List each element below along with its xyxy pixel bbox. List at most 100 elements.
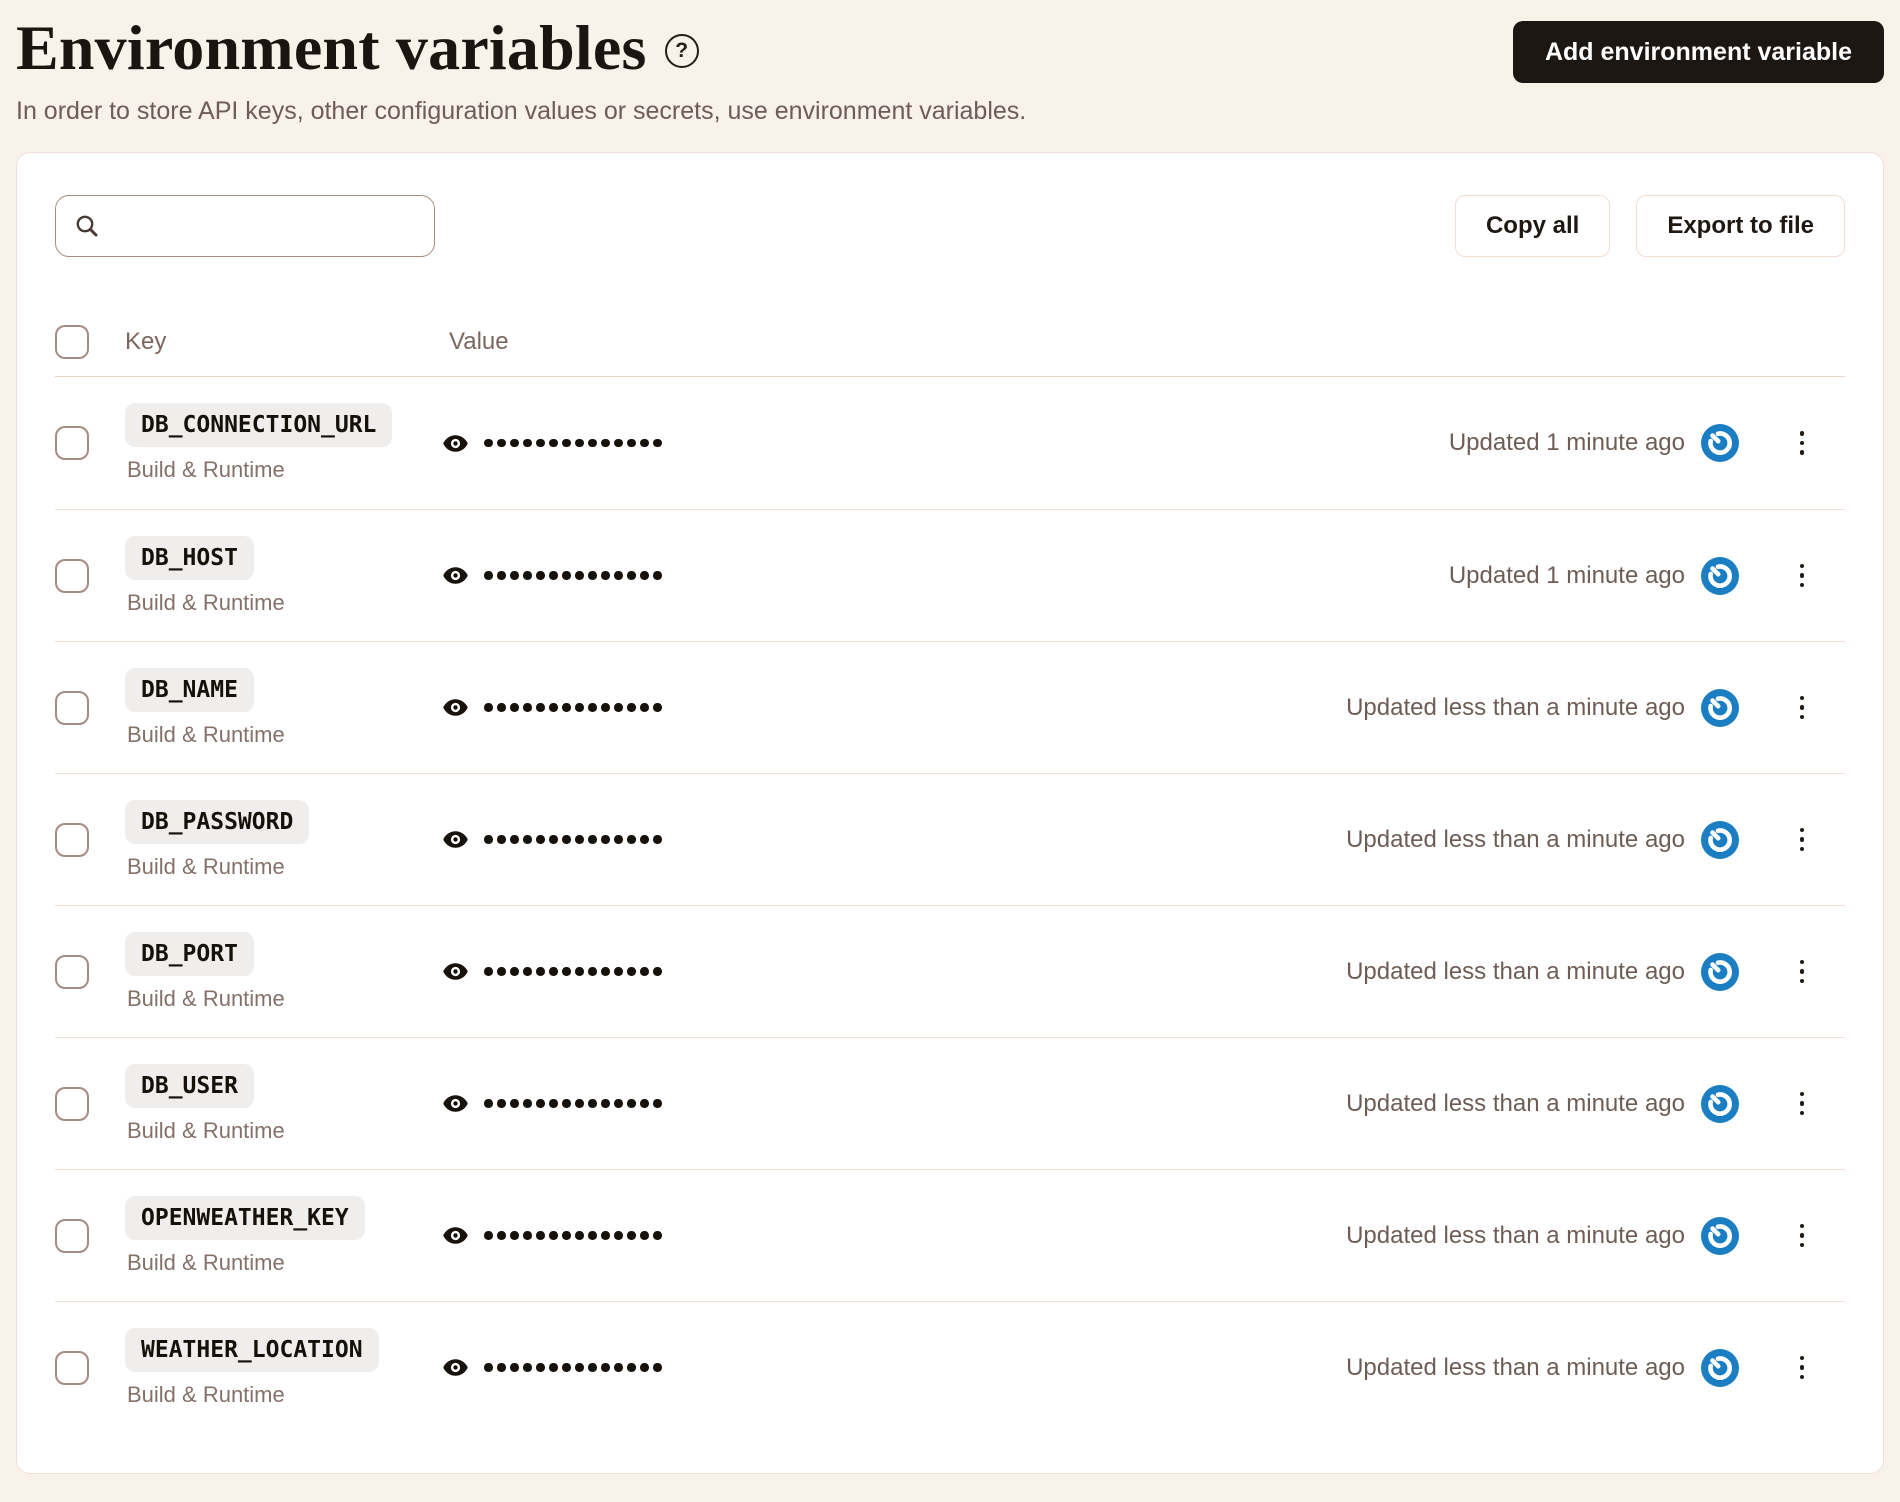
row-checkbox[interactable] bbox=[55, 1218, 89, 1253]
env-var-row: WEATHER_LOCATION Build & Runtime Updated… bbox=[55, 1301, 1845, 1433]
row-menu-button[interactable] bbox=[1791, 954, 1813, 990]
key-cell: DB_CONNECTION_URL Build & Runtime bbox=[125, 403, 425, 483]
masked-value-dots bbox=[484, 703, 662, 712]
sync-status-icon[interactable] bbox=[1701, 556, 1739, 595]
updated-timestamp: Updated less than a minute ago bbox=[1346, 957, 1685, 985]
eye-icon[interactable] bbox=[443, 962, 468, 981]
updated-timestamp: Updated less than a minute ago bbox=[1346, 1353, 1685, 1381]
updated-timestamp: Updated less than a minute ago bbox=[1346, 693, 1685, 721]
value-cell bbox=[443, 1226, 662, 1245]
page-title: Environment variables bbox=[16, 12, 647, 83]
eye-icon[interactable] bbox=[443, 566, 468, 585]
sync-status-icon[interactable] bbox=[1701, 688, 1739, 727]
sync-status-icon[interactable] bbox=[1701, 820, 1739, 859]
key-cell: OPENWEATHER_KEY Build & Runtime bbox=[125, 1195, 425, 1276]
search-icon bbox=[76, 215, 98, 237]
value-cell bbox=[443, 830, 662, 849]
row-menu-button[interactable] bbox=[1791, 558, 1813, 594]
row-menu-button[interactable] bbox=[1791, 1218, 1813, 1254]
add-environment-variable-button[interactable]: Add environment variable bbox=[1512, 21, 1884, 83]
row-checkbox[interactable] bbox=[55, 1350, 89, 1385]
value-cell bbox=[443, 566, 662, 585]
copy-all-button[interactable]: Copy all bbox=[1454, 195, 1611, 258]
page-subtitle: In order to store API keys, other config… bbox=[16, 97, 1027, 126]
row-checkbox[interactable] bbox=[55, 558, 89, 593]
env-var-row: DB_CONNECTION_URL Build & Runtime Update… bbox=[55, 377, 1845, 509]
row-checkbox[interactable] bbox=[55, 690, 89, 725]
masked-value-dots bbox=[484, 1231, 662, 1240]
env-var-scope-label: Build & Runtime bbox=[127, 457, 285, 483]
search-box[interactable] bbox=[55, 195, 435, 258]
value-cell bbox=[443, 1358, 662, 1377]
key-cell: WEATHER_LOCATION Build & Runtime bbox=[125, 1327, 425, 1408]
row-checkbox[interactable] bbox=[55, 426, 89, 461]
row-menu-button[interactable] bbox=[1791, 690, 1813, 726]
env-var-row: DB_HOST Build & Runtime Updated 1 minute… bbox=[55, 509, 1845, 641]
env-var-scope-label: Build & Runtime bbox=[127, 721, 285, 747]
masked-value-dots bbox=[484, 835, 662, 844]
eye-icon[interactable] bbox=[443, 698, 468, 717]
env-var-scope-label: Build & Runtime bbox=[127, 1249, 285, 1275]
eye-icon[interactable] bbox=[443, 830, 468, 849]
env-var-row: DB_USER Build & Runtime Updated less tha… bbox=[55, 1037, 1845, 1169]
env-var-scope-label: Build & Runtime bbox=[127, 1117, 285, 1143]
updated-timestamp: Updated less than a minute ago bbox=[1346, 825, 1685, 853]
sync-status-icon[interactable] bbox=[1701, 1216, 1739, 1255]
value-cell bbox=[443, 698, 662, 717]
env-var-key-chip: DB_HOST bbox=[125, 535, 254, 580]
row-menu-button[interactable] bbox=[1791, 425, 1813, 461]
key-cell: DB_USER Build & Runtime bbox=[125, 1063, 425, 1144]
env-var-scope-label: Build & Runtime bbox=[127, 1381, 285, 1407]
table-header-row: Key Value bbox=[55, 307, 1845, 378]
key-cell: DB_NAME Build & Runtime bbox=[125, 667, 425, 748]
masked-value-dots bbox=[484, 1099, 662, 1108]
page-header: Environment variables ? In order to stor… bbox=[16, 14, 1884, 126]
updated-timestamp: Updated 1 minute ago bbox=[1448, 561, 1685, 589]
key-cell: DB_HOST Build & Runtime bbox=[125, 535, 425, 616]
env-var-key-chip: DB_CONNECTION_URL bbox=[125, 403, 393, 448]
env-var-scope-label: Build & Runtime bbox=[127, 985, 285, 1011]
masked-value-dots bbox=[484, 438, 662, 448]
masked-value-dots bbox=[484, 1363, 662, 1372]
updated-timestamp: Updated less than a minute ago bbox=[1346, 1221, 1685, 1249]
env-var-row: DB_PASSWORD Build & Runtime Updated less… bbox=[55, 773, 1845, 905]
row-checkbox[interactable] bbox=[55, 1086, 89, 1121]
value-cell bbox=[443, 1094, 662, 1113]
select-all-checkbox[interactable] bbox=[55, 324, 89, 359]
sync-status-icon[interactable] bbox=[1701, 1084, 1739, 1123]
env-var-table-body: DB_CONNECTION_URL Build & Runtime Update… bbox=[55, 377, 1845, 1433]
eye-icon[interactable] bbox=[443, 434, 468, 453]
sync-status-icon[interactable] bbox=[1701, 952, 1739, 991]
column-header-key: Key bbox=[125, 327, 167, 355]
row-menu-button[interactable] bbox=[1791, 822, 1813, 858]
row-checkbox[interactable] bbox=[55, 822, 89, 857]
env-var-row: OPENWEATHER_KEY Build & Runtime Updated … bbox=[55, 1169, 1845, 1301]
eye-icon[interactable] bbox=[443, 1358, 468, 1377]
updated-timestamp: Updated less than a minute ago bbox=[1346, 1089, 1685, 1117]
sync-status-icon[interactable] bbox=[1701, 1348, 1739, 1387]
row-menu-button[interactable] bbox=[1791, 1350, 1813, 1386]
env-var-row: DB_NAME Build & Runtime Updated less tha… bbox=[55, 641, 1845, 773]
env-var-key-chip: DB_NAME bbox=[125, 667, 254, 712]
sync-status-icon[interactable] bbox=[1701, 424, 1739, 463]
key-cell: DB_PORT Build & Runtime bbox=[125, 931, 425, 1012]
help-icon[interactable]: ? bbox=[664, 33, 699, 68]
row-menu-button[interactable] bbox=[1791, 1086, 1813, 1122]
masked-value-dots bbox=[484, 571, 662, 580]
toolbar: Copy all Export to file bbox=[55, 195, 1845, 258]
environment-variables-page: Environment variables ? In order to stor… bbox=[0, 0, 1900, 1475]
env-var-key-chip: DB_PASSWORD bbox=[125, 799, 310, 844]
eye-icon[interactable] bbox=[443, 1094, 468, 1113]
row-checkbox[interactable] bbox=[55, 954, 89, 989]
export-to-file-button[interactable]: Export to file bbox=[1636, 195, 1845, 258]
env-var-scope-label: Build & Runtime bbox=[127, 589, 285, 615]
env-var-key-chip: OPENWEATHER_KEY bbox=[125, 1195, 365, 1240]
eye-icon[interactable] bbox=[443, 1226, 468, 1245]
toolbar-actions: Copy all Export to file bbox=[1454, 195, 1845, 258]
masked-value-dots bbox=[484, 967, 662, 976]
search-input[interactable] bbox=[112, 212, 416, 241]
value-cell bbox=[443, 962, 662, 981]
value-cell bbox=[443, 434, 662, 453]
key-cell: DB_PASSWORD Build & Runtime bbox=[125, 799, 425, 880]
env-var-scope-label: Build & Runtime bbox=[127, 853, 285, 879]
